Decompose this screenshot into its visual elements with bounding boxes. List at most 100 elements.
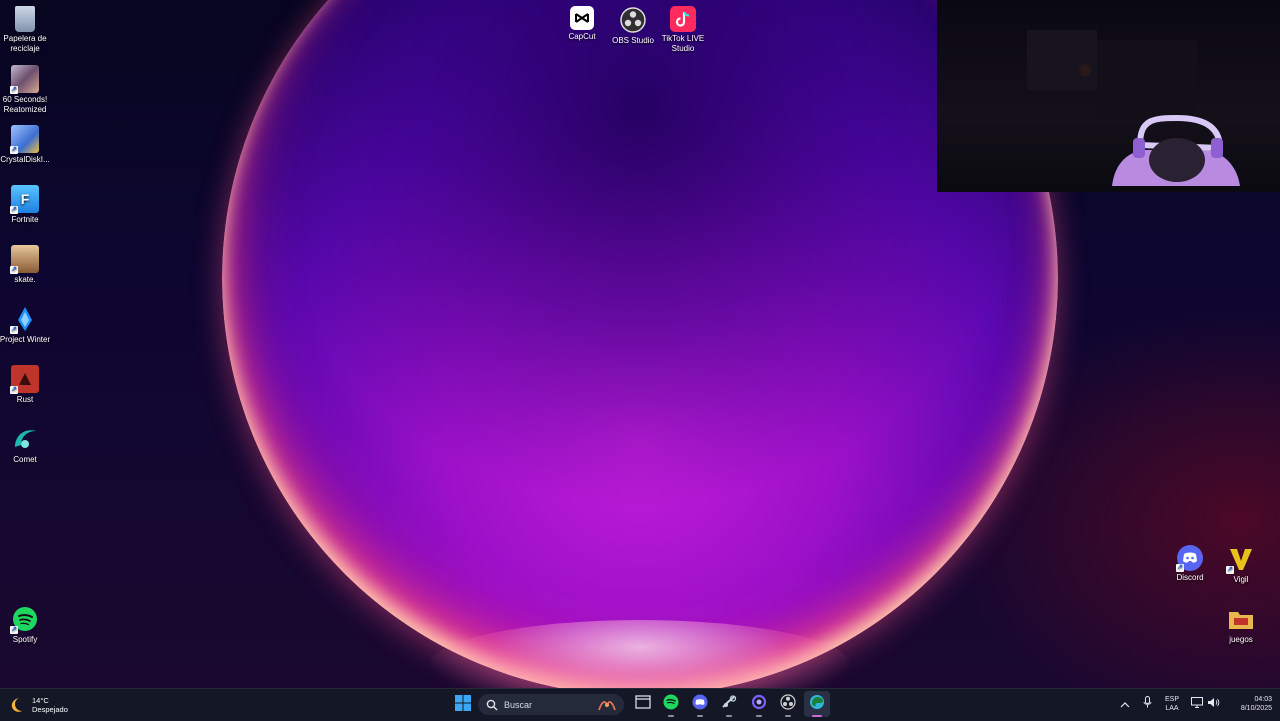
desktop-icon-fortnite[interactable]: F ↗ Fortnite xyxy=(0,185,53,225)
search-placeholder: Buscar xyxy=(504,699,533,710)
weather-widget[interactable]: 14°C Despejado xyxy=(8,689,88,721)
desktop-icon-label: OBS Studio xyxy=(612,36,654,45)
shortcut-arrow-icon: ↗ xyxy=(10,326,18,334)
search-icon xyxy=(486,699,498,711)
running-indicator xyxy=(697,715,703,717)
taskbar-app-steam[interactable] xyxy=(716,691,742,717)
discord-icon: ↗ xyxy=(1176,545,1203,572)
taskbar-app-file-explorer[interactable] xyxy=(630,691,656,717)
file-explorer-icon xyxy=(635,694,651,714)
input-language-button[interactable]: ESP LAA xyxy=(1160,688,1184,720)
taskbar-app-discord[interactable] xyxy=(687,691,713,717)
desktop-icon-label: CrystalDiskI... xyxy=(0,155,50,164)
start-button[interactable] xyxy=(451,689,475,721)
vigil-icon: ↗ xyxy=(1226,545,1255,574)
desktop-icon-label: TikTok LIVE Studio xyxy=(661,34,705,53)
microphone-button[interactable] xyxy=(1140,688,1154,720)
desktop-icon-rust[interactable]: ↗ Rust xyxy=(0,365,53,405)
desktop-icon-vigil[interactable]: ↗ Vigil xyxy=(1213,545,1269,585)
taskbar-app-spotify[interactable] xyxy=(658,691,684,717)
capcut-icon xyxy=(570,6,594,30)
desktop-icon-project-winter[interactable]: ↗ Project Winter xyxy=(0,305,53,345)
project-winter-icon: ↗ xyxy=(10,305,39,334)
shortcut-arrow-icon: ↗ xyxy=(10,86,18,94)
discord-icon xyxy=(692,694,708,715)
obs-studio-icon xyxy=(780,693,796,715)
webcam-person-icon xyxy=(1027,30,1240,186)
desktop-icon-label: juegos xyxy=(1229,635,1253,644)
windows-logo-icon xyxy=(455,694,471,716)
desktop-icon-spotify[interactable]: ↗ Spotify xyxy=(0,605,53,645)
desktop-icon-label: Vigil xyxy=(1233,575,1249,584)
desktop-icon-recycle-bin[interactable]: Papelera de reciclaje xyxy=(0,6,53,54)
spotify-icon: ↗ xyxy=(10,605,39,634)
tiktok-live-icon xyxy=(670,6,696,32)
crystaldiskinfo-icon: ↗ xyxy=(10,125,39,154)
shortcut-arrow-icon: ↗ xyxy=(10,266,18,274)
desktop-icon-label: Discord xyxy=(1176,573,1204,582)
comet-icon xyxy=(11,425,39,453)
recycle-bin-icon xyxy=(15,6,35,32)
shortcut-arrow-icon: ↗ xyxy=(10,626,18,634)
weather-condition: Despejado xyxy=(32,705,68,714)
desktop-icon-label: skate. xyxy=(14,275,36,284)
desktop-icon-60-seconds[interactable]: ↗ 60 Seconds! Reatomized xyxy=(0,65,53,115)
desktop-icon-skate[interactable]: ↗ skate. xyxy=(0,245,53,285)
desktop-icon-label: Rust xyxy=(16,395,34,404)
moon-icon xyxy=(8,696,26,714)
desktop-icon-label: Project Winter xyxy=(0,335,51,344)
shortcut-arrow-icon: ↗ xyxy=(10,206,18,214)
search-highlight-icon xyxy=(596,698,618,712)
desktop-icon-comet[interactable]: Comet xyxy=(0,425,53,465)
wallpaper-orb xyxy=(222,0,1058,688)
webcam-overlay xyxy=(937,0,1280,192)
skate-icon: ↗ xyxy=(10,245,39,274)
speaker-icon xyxy=(1207,695,1220,713)
clock-button[interactable]: 04:03 8/10/2025 xyxy=(1222,688,1274,720)
clock-date: 8/10/2025 xyxy=(1240,705,1272,712)
microphone-icon xyxy=(1143,695,1152,713)
show-hidden-icons-button[interactable] xyxy=(1118,688,1132,720)
desktop-icon-discord[interactable]: ↗ Discord xyxy=(1162,545,1218,583)
chevron-up-icon xyxy=(1120,695,1130,713)
obs-studio-icon xyxy=(619,6,647,34)
folder-icon xyxy=(1227,605,1255,633)
desktop-icon-tiktok-live[interactable]: TikTok LIVE Studio xyxy=(655,6,711,54)
desktop-icon-juegos-folder[interactable]: juegos xyxy=(1213,605,1269,645)
running-indicator xyxy=(726,715,732,717)
desktop-icon-label: Comet xyxy=(13,455,37,464)
shortcut-arrow-icon: ↗ xyxy=(10,146,18,154)
desktop-icon-label: 60 Seconds! Reatomized xyxy=(2,95,48,114)
desktop-icon-label: Papelera de reciclaje xyxy=(3,34,47,53)
running-indicator xyxy=(785,715,791,717)
language-code: ESP xyxy=(1164,696,1179,703)
network-button[interactable] xyxy=(1190,688,1204,720)
taskbar-app-comet[interactable] xyxy=(746,691,772,717)
desktop-icon-capcut[interactable]: CapCut xyxy=(554,6,610,42)
network-monitor-icon xyxy=(1191,695,1203,713)
taskbar-app-edge[interactable] xyxy=(804,691,830,717)
comet-icon xyxy=(751,694,767,715)
running-indicator xyxy=(756,715,762,717)
edge-icon xyxy=(809,694,825,715)
running-indicator xyxy=(812,715,822,717)
desktop-icon-obs-studio[interactable]: OBS Studio xyxy=(605,6,661,46)
search-input[interactable]: Buscar xyxy=(478,694,624,715)
keyboard-layout: LAA xyxy=(1165,705,1179,712)
fortnite-icon: F ↗ xyxy=(10,185,39,214)
shortcut-arrow-icon: ↗ xyxy=(1176,564,1184,572)
steam-icon xyxy=(721,694,737,715)
rust-icon: ↗ xyxy=(10,365,39,394)
running-indicator xyxy=(668,715,674,717)
shortcut-arrow-icon: ↗ xyxy=(10,386,18,394)
volume-button[interactable] xyxy=(1206,688,1220,720)
desktop-icon-label: CapCut xyxy=(568,32,596,41)
spotify-icon xyxy=(663,694,679,715)
taskbar-app-obs-studio[interactable] xyxy=(775,691,801,717)
desktop-icon-crystaldiskinfo[interactable]: ↗ CrystalDiskI... xyxy=(0,125,53,165)
shortcut-arrow-icon: ↗ xyxy=(1226,566,1234,574)
weather-temperature: 14°C xyxy=(32,696,49,705)
clock-time: 04:03 xyxy=(1254,696,1272,703)
desktop-icon-label: Fortnite xyxy=(11,215,39,224)
game-60-seconds-icon: ↗ xyxy=(10,65,39,94)
